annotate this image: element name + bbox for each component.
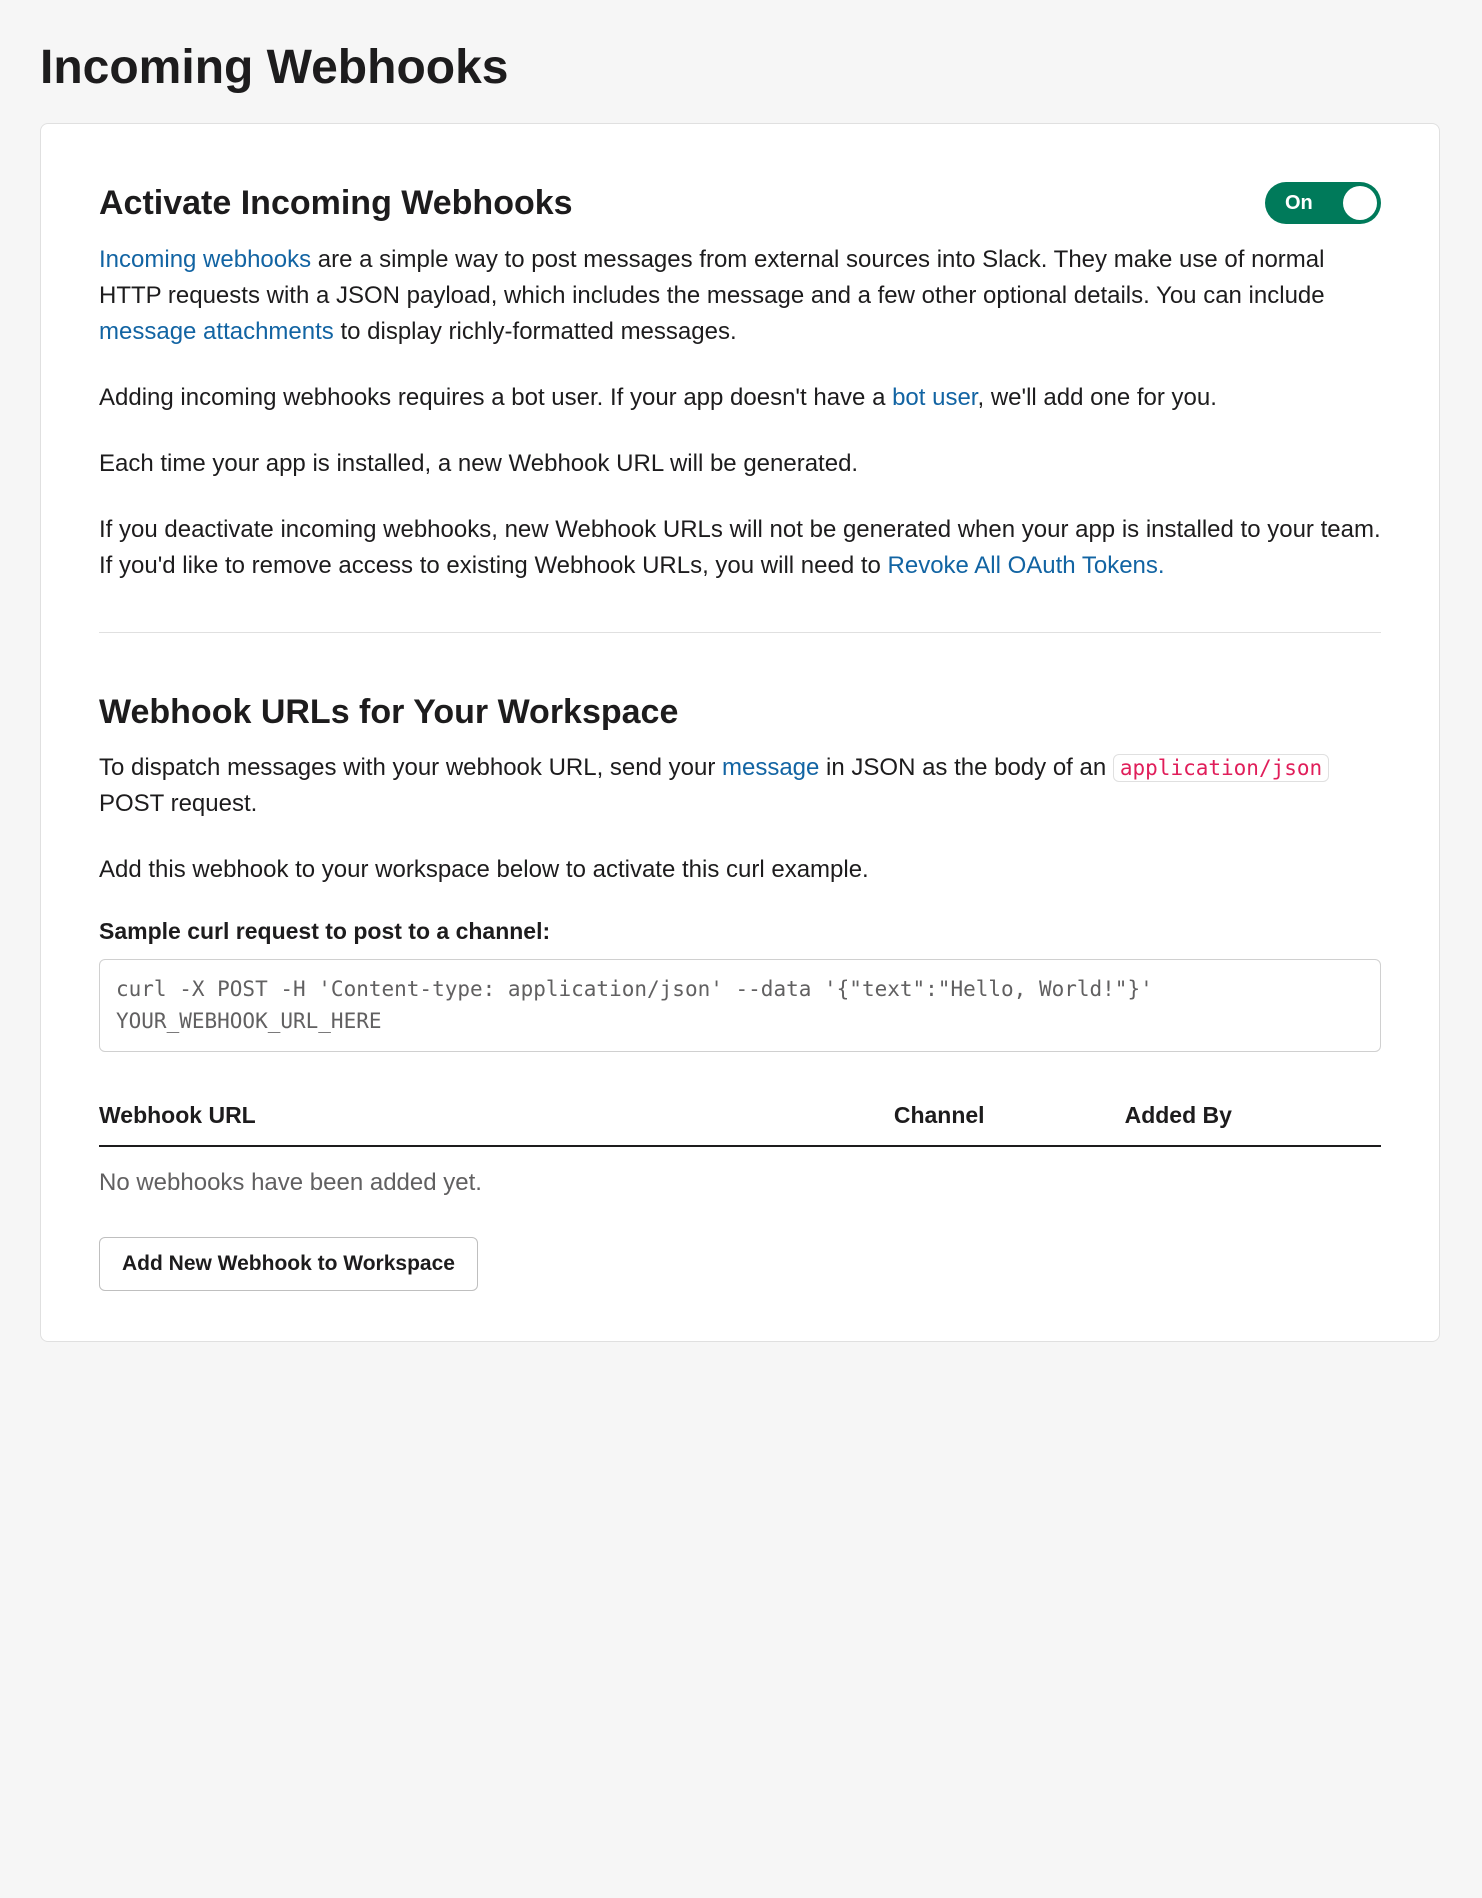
page-title: Incoming Webhooks [40, 40, 1440, 95]
text-segment: If you deactivate incoming webhooks, new… [99, 516, 1381, 579]
col-header-added-by: Added By [1125, 1102, 1381, 1129]
urls-paragraph-1: To dispatch messages with your webhook U… [99, 750, 1381, 822]
revoke-oauth-link[interactable]: Revoke All OAuth Tokens. [888, 552, 1165, 579]
col-header-url: Webhook URL [99, 1102, 894, 1129]
text-segment: , we'll add one for you. [977, 384, 1216, 411]
urls-heading: Webhook URLs for Your Workspace [99, 693, 1381, 732]
incoming-webhooks-link[interactable]: Incoming webhooks [99, 246, 311, 273]
message-attachments-link[interactable]: message attachments [99, 318, 334, 345]
col-header-channel: Channel [894, 1102, 1125, 1129]
toggle-knob [1343, 186, 1377, 220]
activate-paragraph-2: Adding incoming webhooks requires a bot … [99, 380, 1381, 416]
text-segment: POST request. [99, 790, 257, 817]
activate-header-row: Activate Incoming Webhooks On [99, 182, 1381, 224]
message-link[interactable]: message [722, 754, 819, 781]
activate-toggle[interactable]: On [1265, 182, 1381, 224]
bot-user-link[interactable]: bot user [892, 384, 977, 411]
sample-curl-heading: Sample curl request to post to a channel… [99, 918, 1381, 945]
sample-curl-code: curl -X POST -H 'Content-type: applicati… [99, 959, 1381, 1052]
urls-paragraph-2: Add this webhook to your workspace below… [99, 852, 1381, 888]
content-card: Activate Incoming Webhooks On Incoming w… [40, 123, 1440, 1342]
webhook-table-header: Webhook URL Channel Added By [99, 1102, 1381, 1147]
webhook-empty-state: No webhooks have been added yet. [99, 1169, 1381, 1197]
activate-paragraph-1: Incoming webhooks are a simple way to po… [99, 242, 1381, 350]
activate-heading: Activate Incoming Webhooks [99, 184, 573, 223]
section-divider [99, 632, 1381, 633]
toggle-state-label: On [1285, 192, 1313, 215]
text-segment: to display richly-formatted messages. [334, 318, 737, 345]
activate-paragraph-4: If you deactivate incoming webhooks, new… [99, 512, 1381, 584]
text-segment: To dispatch messages with your webhook U… [99, 754, 722, 781]
text-segment: in JSON as the body of an [819, 754, 1113, 781]
content-type-code: application/json [1113, 754, 1329, 782]
add-new-webhook-button[interactable]: Add New Webhook to Workspace [99, 1237, 478, 1291]
text-segment: Adding incoming webhooks requires a bot … [99, 384, 892, 411]
activate-paragraph-3: Each time your app is installed, a new W… [99, 446, 1381, 482]
